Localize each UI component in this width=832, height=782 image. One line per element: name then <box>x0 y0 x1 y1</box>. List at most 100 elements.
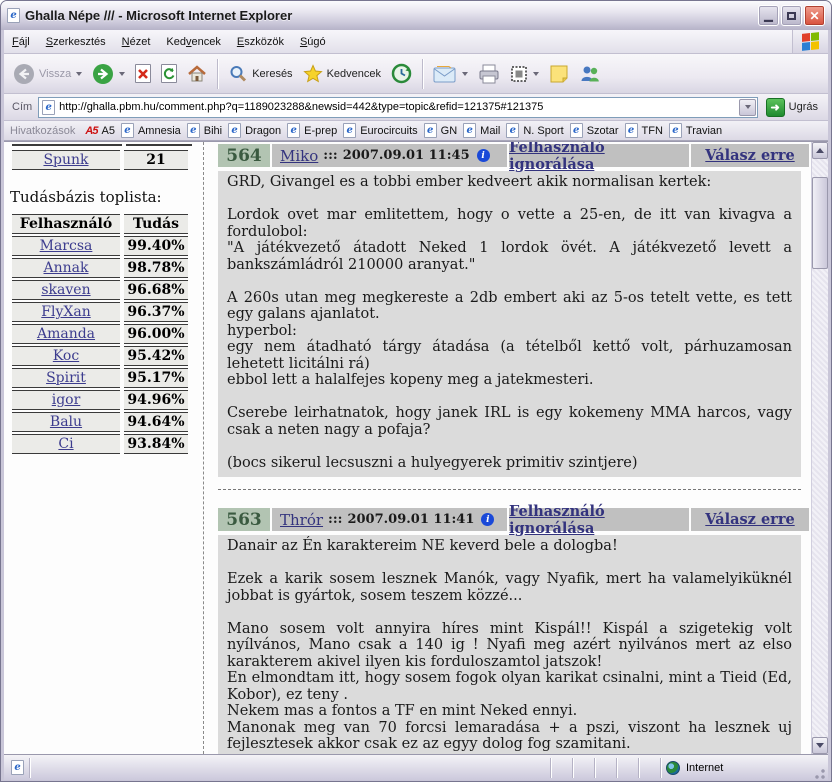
refresh-icon <box>161 64 177 83</box>
address-dropdown-button[interactable] <box>739 99 756 116</box>
notes-button[interactable] <box>544 61 574 87</box>
user-link[interactable]: Koc <box>53 348 79 364</box>
ie-icon: e <box>121 123 134 138</box>
status-panel <box>572 758 594 778</box>
status-page-icon-cell: e <box>6 758 29 778</box>
mail-icon <box>433 65 457 83</box>
favorites-button[interactable]: Kedvencek <box>298 61 386 87</box>
address-url[interactable]: http://ghalla.pbm.hu/comment.php?q=11890… <box>59 101 738 113</box>
knowledge-value: 96.00% <box>124 324 188 344</box>
table-row: Spunk 21 <box>12 150 188 170</box>
mail-dropdown-icon[interactable] <box>462 72 468 76</box>
link-eurocircuits[interactable]: eEurocircuits <box>343 123 417 138</box>
user-link[interactable]: igor <box>52 392 81 408</box>
scroll-down-button[interactable] <box>812 737 828 754</box>
scrollbar-thumb[interactable] <box>812 177 828 269</box>
forward-dropdown-icon[interactable] <box>119 72 125 76</box>
user-link[interactable]: Balu <box>50 414 82 430</box>
link-nsport[interactable]: eN. Sport <box>506 123 563 138</box>
back-dropdown-icon[interactable] <box>76 72 82 76</box>
arrow-up-icon <box>816 148 824 153</box>
menu-favorites[interactable]: Kedvencek <box>158 30 228 53</box>
messenger-button[interactable] <box>574 61 606 87</box>
post-author-cell: Miko ::: 2007.09.01 11:45 i <box>272 144 507 167</box>
user-link[interactable]: Marcsa <box>40 238 93 254</box>
ignore-user-link[interactable]: Felhasználó ignorálása <box>509 503 689 537</box>
post-header: 563 Thrór ::: 2007.09.01 11:41 i Felhasz… <box>218 508 809 531</box>
post-body: GRD, Givangel es a tobbi ember kedveert … <box>218 171 801 477</box>
table-row: skaven96.68% <box>12 280 188 300</box>
toolbar-separator <box>217 59 218 89</box>
reply-link[interactable]: Válasz erre <box>705 511 794 528</box>
go-button[interactable]: ➜ Ugrás <box>764 97 824 118</box>
info-icon[interactable]: i <box>477 149 490 162</box>
user-link[interactable]: Annak <box>44 260 89 276</box>
ie-icon: e <box>463 123 476 138</box>
spunk-table: Spunk 21 <box>8 148 192 172</box>
print-button[interactable] <box>473 61 505 87</box>
menu-tools[interactable]: Eszközök <box>229 30 292 53</box>
link-eprep[interactable]: eE-prep <box>287 123 337 138</box>
post-563: 563 Thrór ::: 2007.09.01 11:41 i Felhasz… <box>218 508 809 754</box>
link-szotar[interactable]: eSzotar <box>570 123 619 138</box>
link-bihi[interactable]: eBihi <box>187 123 222 138</box>
ie-icon: e <box>228 123 241 138</box>
messenger-icon <box>579 64 601 84</box>
author-link[interactable]: Miko <box>280 147 318 165</box>
scroll-up-button[interactable] <box>812 142 828 159</box>
user-link[interactable]: Ci <box>58 436 73 452</box>
link-gn[interactable]: eGN <box>424 123 458 138</box>
resize-grip[interactable] <box>812 766 826 780</box>
ignore-user-link[interactable]: Felhasználó ignorálása <box>509 142 689 173</box>
user-link-spunk[interactable]: Spunk <box>43 152 88 168</box>
menu-edit[interactable]: Szerkesztés <box>38 30 114 53</box>
history-button[interactable] <box>386 60 417 87</box>
a5-icon: A5 <box>85 125 97 137</box>
close-button[interactable]: ✕ <box>804 5 825 26</box>
address-input[interactable]: e http://ghalla.pbm.hu/comment.php?q=118… <box>38 97 757 118</box>
search-button[interactable]: Keresés <box>223 61 297 87</box>
user-link[interactable]: Amanda <box>37 326 95 342</box>
post-divider <box>218 489 801 490</box>
link-tfn[interactable]: eTFN <box>625 123 663 138</box>
vertical-scrollbar[interactable] <box>811 142 828 754</box>
home-button[interactable] <box>182 61 212 87</box>
menu-file[interactable]: Fájl <box>4 30 38 53</box>
link-a5[interactable]: A5A5 <box>85 125 115 137</box>
knowledge-value: 95.42% <box>124 346 188 366</box>
menu-help[interactable]: Súgó <box>292 30 334 53</box>
table-row: Annak98.78% <box>12 258 188 278</box>
ie-icon: e <box>669 123 682 138</box>
stop-button[interactable] <box>130 61 156 86</box>
security-zone: Internet <box>660 758 810 778</box>
title-bar: e Ghalla Népe /// - Microsoft Internet E… <box>1 1 831 30</box>
link-mail[interactable]: eMail <box>463 123 500 138</box>
table-row: FlyXan96.37% <box>12 302 188 322</box>
scrollbar-track[interactable] <box>812 159 828 737</box>
toplist-table: Felhasználó Tudás Marcsa99.40% Annak98.7… <box>8 212 192 456</box>
knowledge-value: 93.84% <box>124 434 188 454</box>
user-link[interactable]: Spirit <box>46 370 86 386</box>
links-label: Hivatkozások <box>10 125 75 137</box>
reply-link[interactable]: Válasz erre <box>705 147 794 164</box>
post-number: 564 <box>218 144 270 167</box>
link-travian[interactable]: eTravian <box>669 123 722 138</box>
back-button[interactable]: Vissza <box>8 60 87 88</box>
author-link[interactable]: Thrór <box>280 511 323 529</box>
info-icon[interactable]: i <box>481 513 494 526</box>
search-icon <box>228 64 248 84</box>
edit-dropdown-icon[interactable] <box>533 72 539 76</box>
edit-button[interactable] <box>505 62 544 86</box>
forward-button[interactable] <box>87 60 130 88</box>
ie-icon: e <box>570 123 583 138</box>
link-dragon[interactable]: eDragon <box>228 123 281 138</box>
user-link[interactable]: skaven <box>41 282 90 298</box>
user-link[interactable]: FlyXan <box>41 304 90 320</box>
maximize-button[interactable] <box>781 5 802 26</box>
refresh-button[interactable] <box>156 61 182 86</box>
menu-view[interactable]: Nézet <box>114 30 159 53</box>
link-amnesia[interactable]: eAmnesia <box>121 123 181 138</box>
mail-button[interactable] <box>428 62 473 86</box>
minimize-icon: ▁ <box>764 9 772 22</box>
minimize-button[interactable]: ▁ <box>758 5 779 26</box>
